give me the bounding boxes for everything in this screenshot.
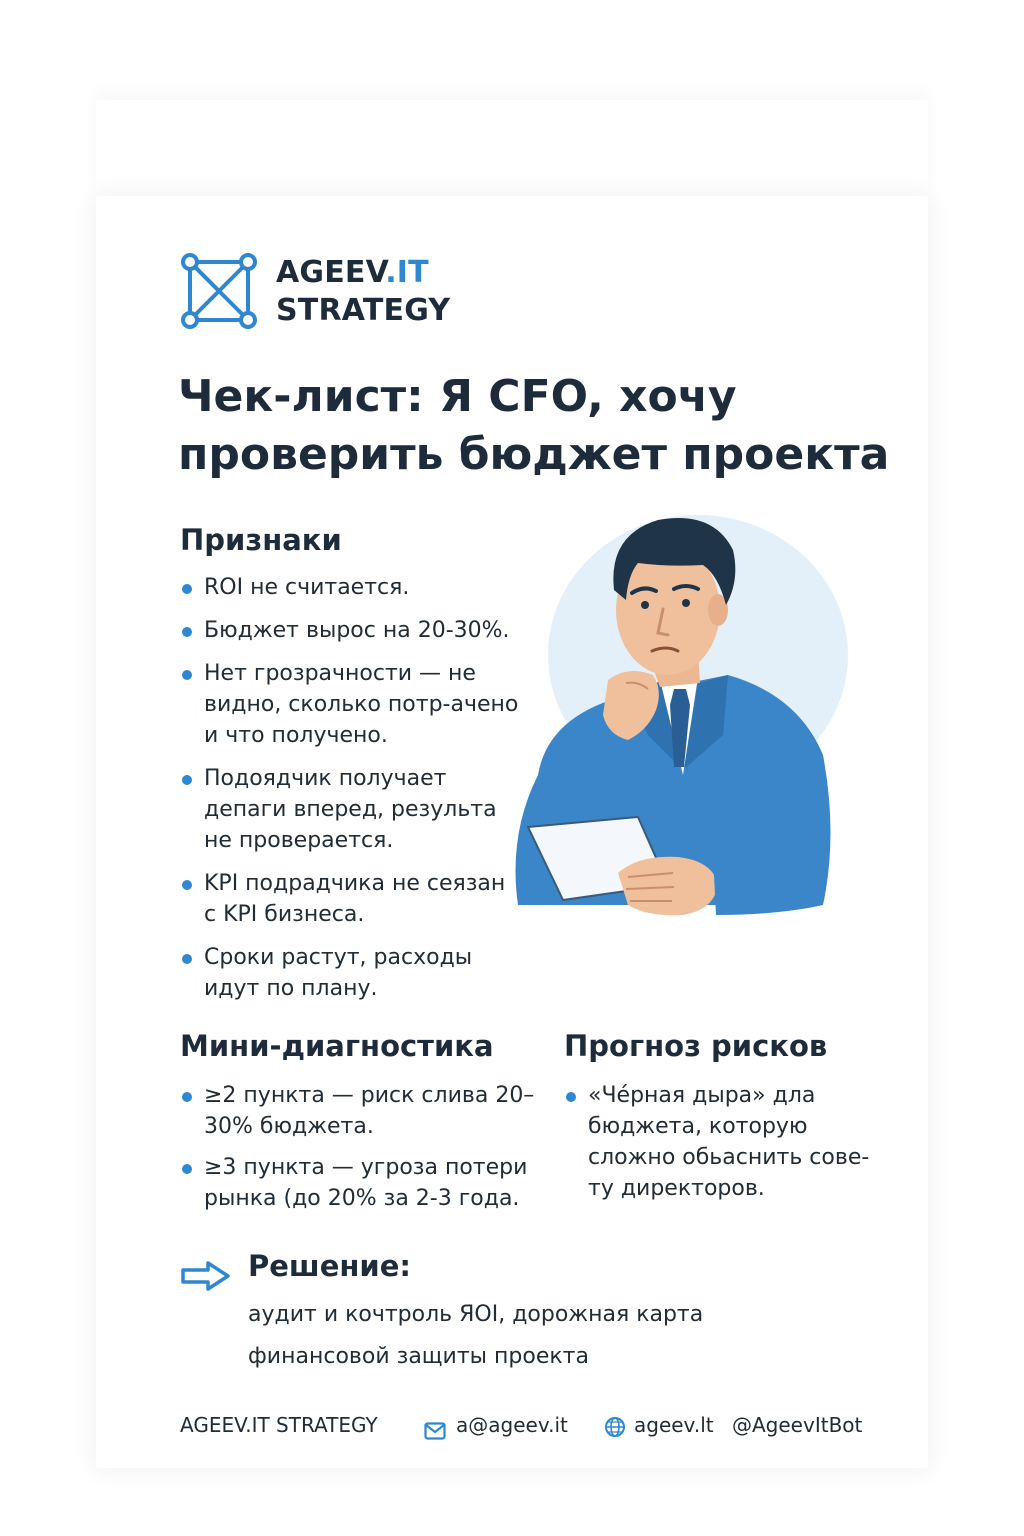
risks-heading: Прогноз рисков xyxy=(564,1029,828,1063)
list-item: ≥2 пункта — риск слива 20–30% бюджета. xyxy=(180,1080,550,1142)
brand-name-accent: .IT xyxy=(385,255,429,290)
brand-name-line2: STRATEGY xyxy=(276,293,451,328)
thinking-businessman-illustration xyxy=(515,515,848,916)
list-item: KPI подрадчика не сеязан с KPI бизнеса. xyxy=(180,868,520,930)
risks-list: «Че́рная дыра» дла бюджета, которую слож… xyxy=(564,1080,884,1204)
page-title: Чек-лист: Я CFO, хочу проверить бюджет п… xyxy=(178,371,890,480)
list-item: ≥3 пункта — угроза потери рынка (до 20% … xyxy=(180,1152,550,1214)
brand-name: AGEEV.IT STRATEGY xyxy=(276,254,450,330)
list-item: Подоядчик получает депаги вперед, резуль… xyxy=(180,763,520,856)
brand-name-main: AGEEV xyxy=(276,255,386,290)
footer-bot-link[interactable]: @AgeevItBot xyxy=(732,1408,862,1442)
list-item: «Че́рная дыра» дла бюджета, которую слож… xyxy=(564,1080,884,1204)
diagnostics-list: ≥2 пункта — риск слива 20–30% бюджета. ≥… xyxy=(180,1080,550,1224)
solution-heading: Решение: xyxy=(248,1249,412,1283)
arrow-right-icon xyxy=(181,1261,230,1291)
diagnostics-heading: Мини-диагностика xyxy=(180,1029,494,1063)
globe-icon xyxy=(604,1414,626,1437)
footer-website-link[interactable]: ageev.lt xyxy=(634,1408,714,1442)
solution-text: аудит и кочтроль ЯOI, дорожная карта фин… xyxy=(248,1302,704,1369)
list-item: Бюджет вырос на 20-30%. xyxy=(180,615,520,646)
footer-brand: AGEEV.IT STRATEGY xyxy=(180,1413,378,1437)
mail-icon xyxy=(424,1416,446,1440)
list-item: Нет грозрачности — не видно, сколько пот… xyxy=(180,658,520,751)
footer-email-link[interactable]: a@ageev.it xyxy=(456,1408,568,1442)
background-card-edge xyxy=(96,100,928,196)
list-item: ROI не считается. xyxy=(180,572,520,603)
signs-heading: Признаки xyxy=(180,523,342,557)
signs-list: ROI не считается. Бюджет вырос на 20-30%… xyxy=(180,572,520,1016)
list-item: Сроки растут, расходы идут по плану. xyxy=(180,942,520,1004)
brand-logo: AGEEV.IT STRATEGY xyxy=(180,252,500,332)
footer: AGEEV.IT STRATEGY a@ageev.it ageev.lt @A… xyxy=(180,1408,900,1442)
network-square-icon xyxy=(181,253,257,329)
